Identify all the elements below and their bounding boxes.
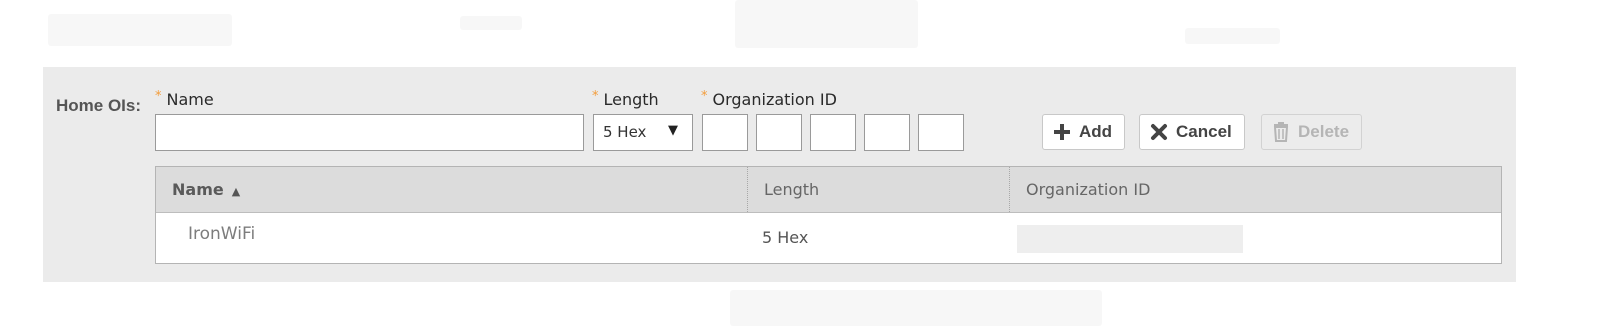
- home-ois-table: Name ▲ Length Organization ID IronWiFi 5 …: [155, 166, 1502, 264]
- name-label-text: Name: [166, 90, 214, 109]
- delete-button[interactable]: Delete: [1261, 114, 1363, 150]
- name-input[interactable]: [155, 114, 584, 151]
- required-marker: *: [155, 89, 162, 104]
- cell-length: 5 Hex: [762, 228, 809, 247]
- add-button-label: Add: [1079, 122, 1113, 141]
- org-id-field-label: * Organization ID: [701, 89, 837, 109]
- background-ghost: [735, 0, 918, 48]
- table-header: Name ▲ Length Organization ID: [156, 167, 1501, 213]
- dropdown-arrow-icon: ▼: [668, 123, 678, 138]
- org-id-label-text: Organization ID: [712, 90, 837, 109]
- background-ghost: [460, 16, 522, 30]
- cancel-button-label: Cancel: [1176, 122, 1232, 141]
- trash-icon: [1272, 122, 1290, 142]
- column-header-label: Length: [764, 180, 820, 199]
- length-select-value: 5 Hex: [603, 123, 647, 141]
- length-label-text: Length: [603, 90, 659, 109]
- org-id-segment-1-input[interactable]: [702, 114, 748, 151]
- required-marker: *: [592, 89, 599, 104]
- sort-ascending-icon: ▲: [231, 185, 241, 198]
- column-header-length[interactable]: Length: [747, 167, 1009, 212]
- column-header-label: Organization ID: [1026, 180, 1151, 199]
- length-select[interactable]: 5 Hex ▼: [593, 114, 693, 151]
- cancel-button[interactable]: Cancel: [1139, 114, 1245, 150]
- home-ois-label: Home OIs:: [56, 96, 142, 115]
- cell-name: IronWiFi: [188, 224, 256, 244]
- column-header-label: Name: [172, 180, 224, 199]
- column-header-organization-id[interactable]: Organization ID: [1009, 167, 1501, 212]
- x-icon: [1150, 123, 1168, 141]
- plus-icon: [1053, 123, 1071, 141]
- org-id-segment-2-input[interactable]: [756, 114, 802, 151]
- cell-organization-id: [1017, 225, 1243, 253]
- add-button[interactable]: Add: [1042, 114, 1126, 150]
- length-field-label: * Length: [592, 89, 659, 109]
- background-ghost: [1185, 28, 1280, 44]
- required-marker: *: [701, 89, 708, 104]
- background-ghost: [48, 14, 232, 46]
- name-field-label: * Name: [155, 89, 214, 109]
- background-ghost: [730, 290, 1102, 326]
- org-id-segment-3-input[interactable]: [810, 114, 856, 151]
- delete-button-label: Delete: [1298, 122, 1350, 141]
- column-header-name[interactable]: Name ▲: [156, 167, 747, 212]
- org-id-segment-4-input[interactable]: [864, 114, 910, 151]
- org-id-segment-5-input[interactable]: [918, 114, 964, 151]
